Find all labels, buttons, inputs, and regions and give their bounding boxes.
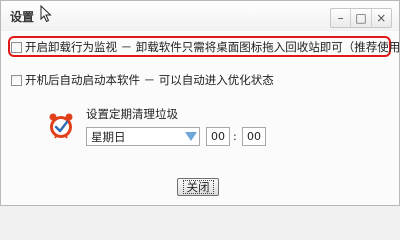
time-separator: : xyxy=(233,130,237,143)
schedule-cleanup-label: 设置定期清理垃圾 xyxy=(86,107,178,121)
window-controls: – □ × xyxy=(330,8,392,28)
minimize-icon: – xyxy=(337,11,344,25)
close-window-button[interactable]: × xyxy=(372,9,391,27)
autostart-checkbox[interactable] xyxy=(11,74,22,86)
autostart-label: 开机后自动启动本软件 － 可以自动进入优化状态 xyxy=(25,73,274,87)
close-icon: × xyxy=(376,11,387,25)
uninstall-monitor-label: 开启卸载行为监视 － 卸载软件只需将桌面图标拖入回收站即可（推荐使用） xyxy=(25,40,400,54)
settings-dialog: 设置 – □ × 开启卸载行为监视 － 卸载软件只需将桌面图标拖入回收站即可（推… xyxy=(0,0,400,206)
mouse-cursor-icon xyxy=(40,4,52,26)
maximize-button[interactable]: □ xyxy=(351,9,372,27)
maximize-icon: □ xyxy=(355,11,367,25)
title-bar[interactable]: 设置 – □ × xyxy=(1,1,399,31)
day-of-week-select[interactable]: 星期日 xyxy=(86,127,200,146)
uninstall-monitor-checkbox[interactable] xyxy=(11,41,22,53)
alarm-clock-icon xyxy=(48,112,74,143)
hour-input[interactable]: 00 xyxy=(206,127,230,146)
autostart-option[interactable]: 开机后自动启动本软件 － 可以自动进入优化状态 xyxy=(11,72,274,88)
window-title: 设置 xyxy=(10,10,35,24)
day-of-week-value: 星期日 xyxy=(91,129,126,144)
close-button[interactable]: 关闭 xyxy=(177,178,219,196)
uninstall-monitor-option[interactable]: 开启卸载行为监视 － 卸载软件只需将桌面图标拖入回收站即可（推荐使用） xyxy=(11,39,400,55)
close-button-label: 关闭 xyxy=(182,180,214,194)
minute-input[interactable]: 00 xyxy=(242,127,266,146)
dropdown-arrow-icon[interactable] xyxy=(183,131,199,142)
minimize-button[interactable]: – xyxy=(331,9,352,27)
